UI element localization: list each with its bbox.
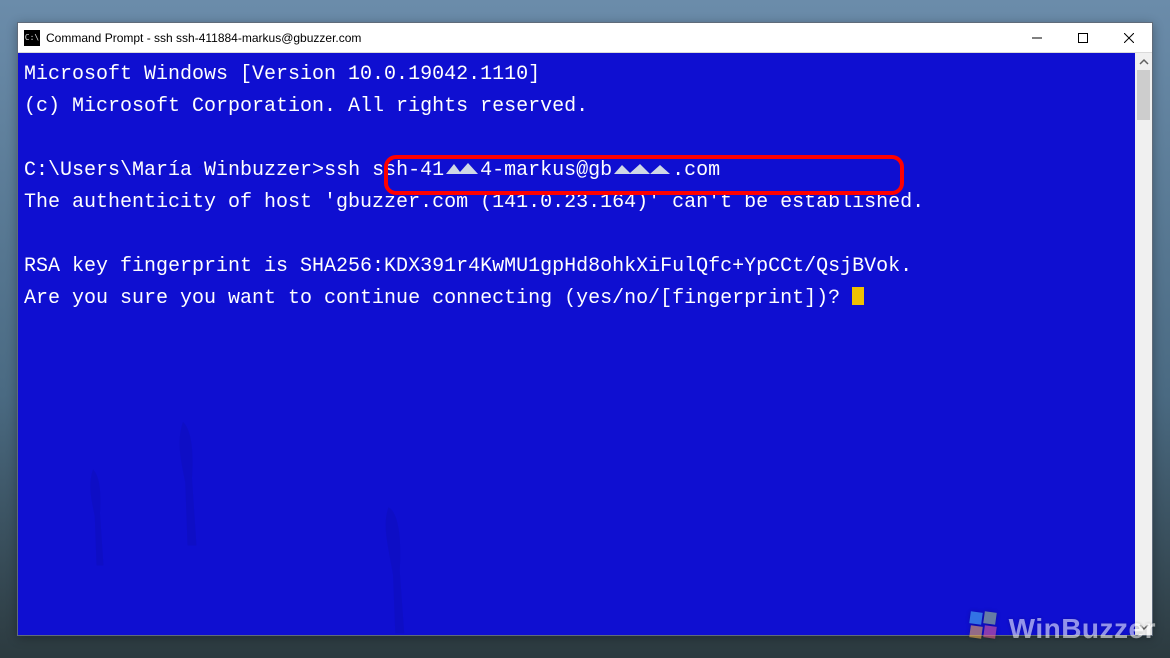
chevron-down-icon: [1139, 622, 1149, 632]
ssh-command-part2: 4-markus@gb: [480, 159, 612, 182]
cmd-app-icon: C:\: [24, 30, 40, 46]
redaction-2: [612, 160, 672, 178]
terminal-area[interactable]: Microsoft Windows [Version 10.0.19042.11…: [18, 53, 1152, 635]
line-version: Microsoft Windows [Version 10.0.19042.11…: [24, 63, 540, 86]
chevron-up-icon: [1139, 57, 1149, 67]
window-title: Command Prompt - ssh ssh-411884-markus@g…: [46, 31, 361, 45]
ssh-command-part1: ssh ssh-41: [324, 159, 444, 182]
minimize-icon: [1032, 33, 1042, 43]
vertical-scrollbar[interactable]: [1135, 53, 1152, 635]
minimize-button[interactable]: [1014, 23, 1060, 52]
terminal-output[interactable]: Microsoft Windows [Version 10.0.19042.11…: [18, 53, 1135, 635]
scroll-up-button[interactable]: [1135, 53, 1152, 70]
titlebar[interactable]: C:\ Command Prompt - ssh ssh-411884-mark…: [18, 23, 1152, 53]
window-controls: [1014, 23, 1152, 52]
close-icon: [1124, 33, 1134, 43]
ssh-command-part3: .com: [672, 159, 720, 182]
line-copyright: (c) Microsoft Corporation. All rights re…: [24, 95, 588, 118]
maximize-icon: [1078, 33, 1088, 43]
redaction-1: [444, 160, 480, 178]
scroll-track[interactable]: [1135, 70, 1152, 618]
terminal-cursor: [852, 287, 864, 305]
maximize-button[interactable]: [1060, 23, 1106, 52]
line-fingerprint: RSA key fingerprint is SHA256:KDX391r4Kw…: [24, 255, 912, 278]
scroll-down-button[interactable]: [1135, 618, 1152, 635]
close-button[interactable]: [1106, 23, 1152, 52]
line-authenticity: The authenticity of host 'gbuzzer.com (1…: [24, 191, 924, 214]
prompt-path: C:\Users\María Winbuzzer>: [24, 159, 324, 182]
line-continue-prompt: Are you sure you want to continue connec…: [24, 287, 852, 310]
scroll-thumb[interactable]: [1137, 70, 1150, 120]
cmd-window: C:\ Command Prompt - ssh ssh-411884-mark…: [17, 22, 1153, 636]
